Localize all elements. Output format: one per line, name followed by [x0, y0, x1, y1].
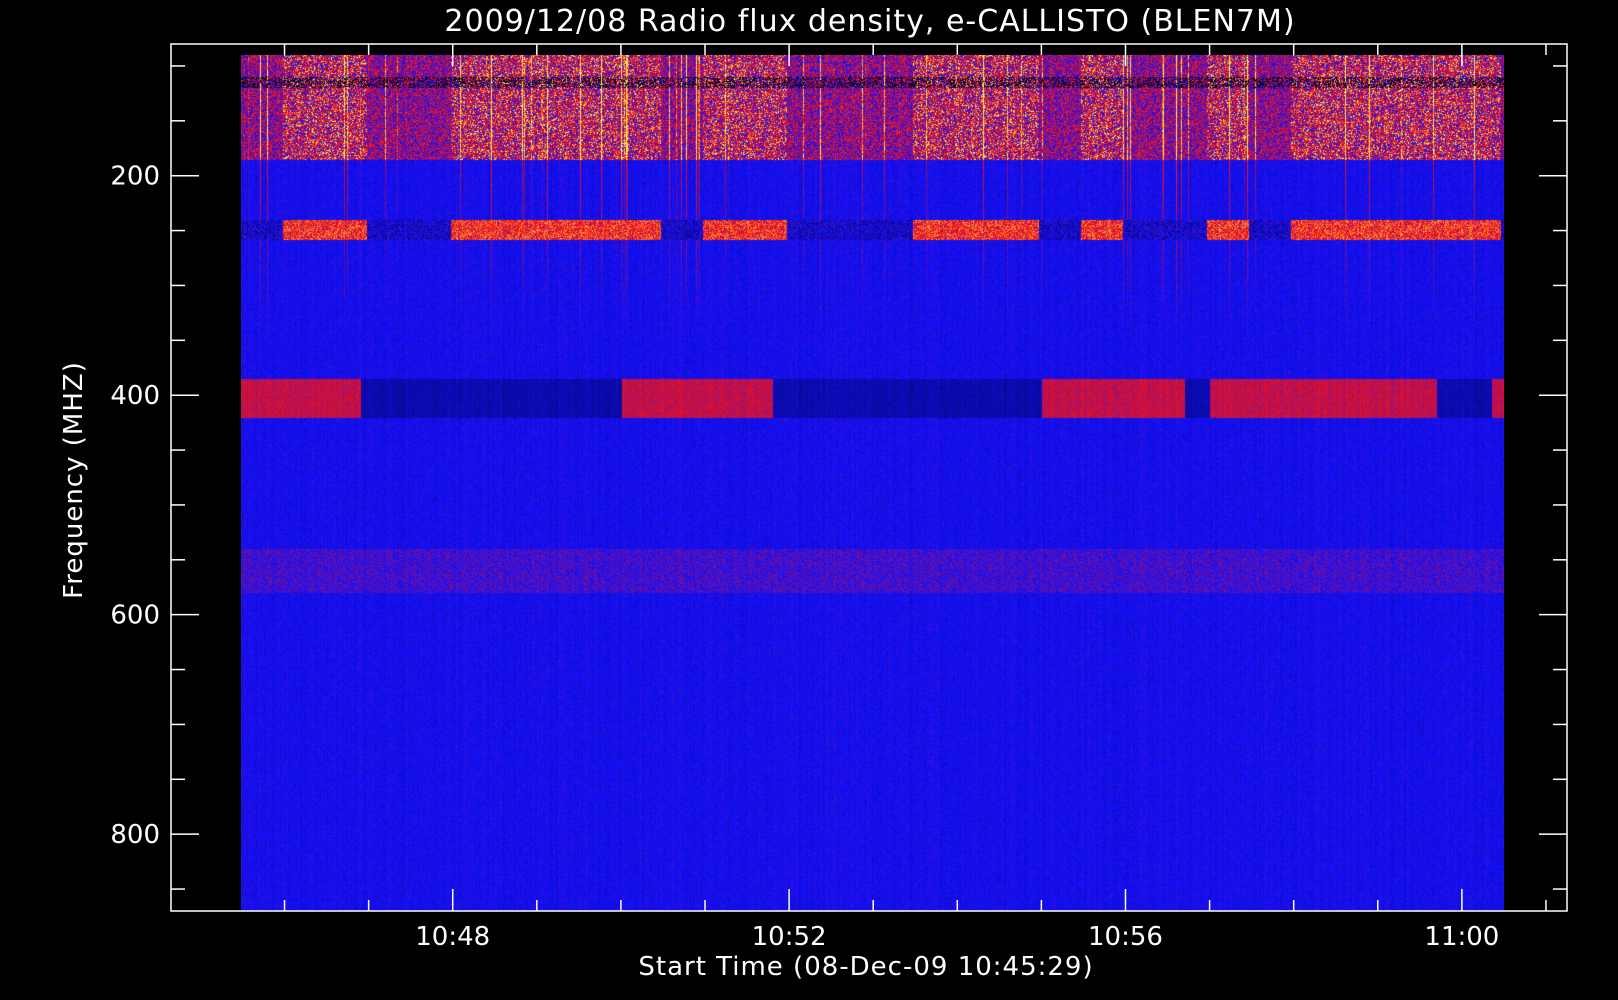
x-tick-label: 10:56: [1088, 922, 1163, 952]
y-tick-label: 200: [110, 162, 160, 192]
y-tick-label: 400: [110, 381, 160, 411]
spectrogram-raster: [241, 55, 1504, 911]
chart-title: 2009/12/08 Radio flux density, e-CALLIST…: [444, 4, 1295, 39]
spectrogram-chart: 2009/12/08 Radio flux density, e-CALLIST…: [0, 0, 1618, 1000]
spectrogram-image: [241, 55, 1504, 911]
x-axis-label: Start Time (08-Dec-09 10:45:29): [638, 952, 1093, 982]
x-tick-label: 11:00: [1424, 922, 1499, 952]
x-tick-label: 10:52: [752, 922, 827, 952]
y-tick-label: 800: [110, 820, 160, 850]
y-axis-label: Frequency (MHZ): [59, 361, 89, 599]
y-tick-label: 600: [110, 601, 160, 631]
x-tick-label: 10:48: [415, 922, 490, 952]
